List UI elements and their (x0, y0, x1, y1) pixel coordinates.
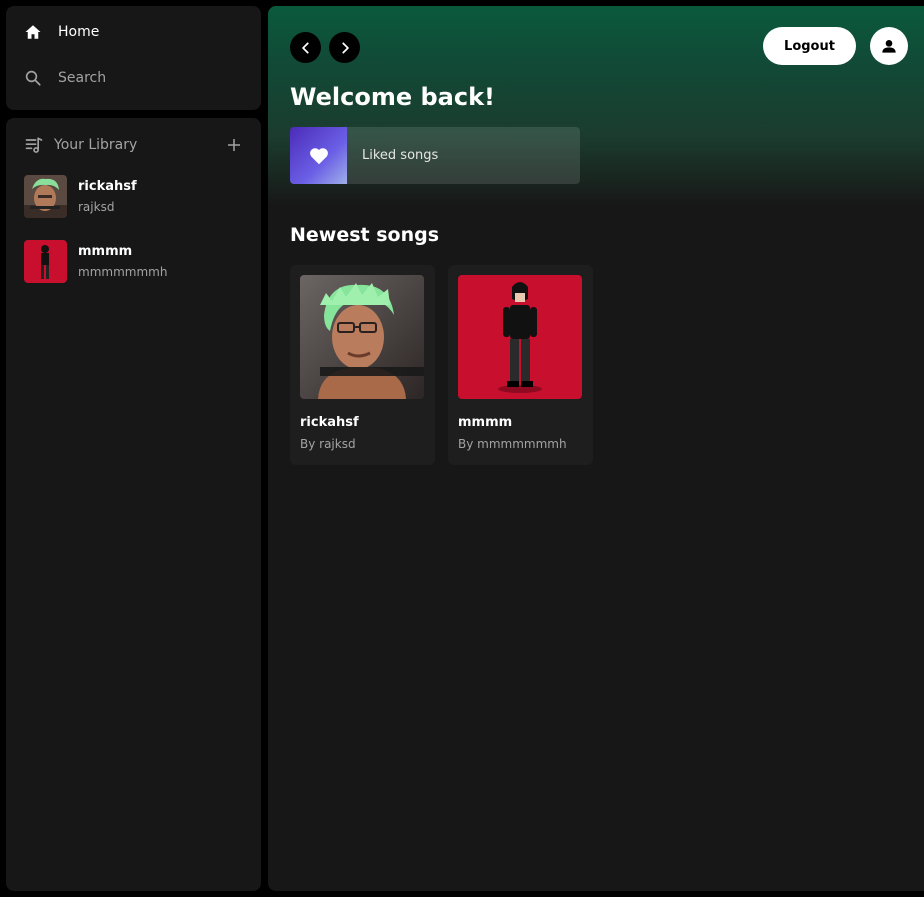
main-content: Logout Welcome back! Liked songs Newest … (268, 6, 924, 891)
library-icon (25, 137, 43, 153)
profile-button[interactable] (870, 27, 908, 65)
song-grid: rickahsf By rajksd mmmm By mmmmmmmh (290, 265, 593, 465)
section-title: Newest songs (290, 224, 440, 246)
song-byline: By mmmmmmmh (458, 437, 567, 451)
liked-songs-art (290, 127, 347, 184)
back-button[interactable] (290, 32, 321, 63)
forward-button[interactable] (329, 32, 360, 63)
chevron-right-icon (341, 41, 349, 54)
library-item-title: rickahsf (78, 178, 137, 194)
history-nav (290, 32, 360, 63)
library-item[interactable]: mmmm mmmmmmmh (24, 233, 243, 289)
nav-home-label: Home (58, 24, 100, 40)
library-title[interactable]: Your Library (24, 135, 137, 155)
song-cover-portrait (300, 275, 424, 399)
main-nav: Home Search (6, 6, 261, 110)
song-cover-figure (458, 275, 582, 399)
song-card[interactable]: mmmm By mmmmmmmh (448, 265, 593, 465)
add-to-library-button[interactable] (225, 136, 243, 154)
sidebar: Home Search Your Library rickahsf rajksd… (6, 6, 261, 891)
library-panel: Your Library rickahsf rajksd mmmm mmmmmm… (6, 118, 261, 891)
search-icon (25, 70, 41, 86)
song-byline: By rajksd (300, 437, 356, 451)
song-thumbnail-portrait (24, 174, 67, 218)
user-icon (882, 40, 896, 53)
library-item[interactable]: rickahsf rajksd (24, 168, 243, 224)
library-item-title: mmmm (78, 243, 133, 259)
library-header: Your Library (24, 132, 243, 158)
song-thumbnail-figure (24, 239, 67, 283)
logout-button[interactable]: Logout (763, 27, 856, 65)
library-item-subtitle: mmmmmmmh (78, 264, 168, 279)
nav-search[interactable]: Search (24, 66, 243, 90)
home-icon (25, 25, 41, 39)
plus-icon (228, 139, 240, 151)
chevron-left-icon (301, 41, 309, 54)
liked-songs-tile[interactable]: Liked songs (290, 127, 580, 184)
nav-home[interactable]: Home (24, 20, 243, 44)
page-title: Welcome back! (290, 83, 495, 111)
song-title: mmmm (458, 415, 513, 430)
heart-icon (309, 147, 328, 164)
nav-search-label: Search (58, 70, 107, 86)
library-title-label: Your Library (54, 137, 138, 153)
song-title: rickahsf (300, 415, 359, 430)
song-card[interactable]: rickahsf By rajksd (290, 265, 435, 465)
library-item-subtitle: rajksd (78, 199, 115, 214)
liked-songs-label: Liked songs (362, 148, 439, 163)
